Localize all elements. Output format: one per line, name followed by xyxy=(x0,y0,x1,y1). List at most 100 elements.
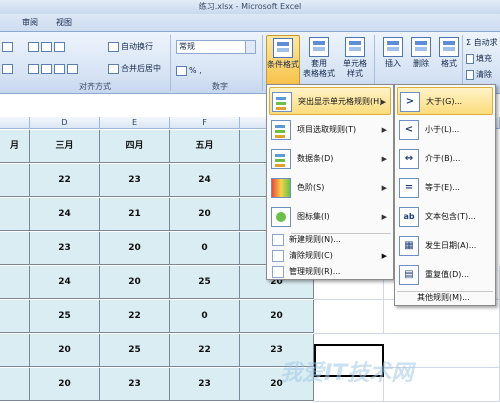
table-cell[interactable]: 0 xyxy=(170,300,240,333)
menu-item-label: 新建规则(N)... xyxy=(289,235,341,244)
text-contains-icon: ab xyxy=(399,207,419,227)
cell-styles-button[interactable]: 单元格 样式 xyxy=(338,35,372,85)
table-cell[interactable]: 0 xyxy=(170,232,240,265)
column-header-d[interactable]: D xyxy=(30,117,100,129)
submenu-item-more-rules[interactable]: 其他规则(M)... xyxy=(397,290,493,306)
ribbon-separator xyxy=(374,35,375,91)
submenu-item-label: 重复值(D)... xyxy=(425,270,470,279)
submenu-item-label: 发生日期(A)... xyxy=(425,241,477,250)
highlight-rules-icon xyxy=(272,92,292,112)
empty-cell[interactable] xyxy=(314,300,384,334)
tab-view[interactable]: 视图 xyxy=(54,17,74,29)
table-cell[interactable]: 22 xyxy=(170,334,240,367)
chevron-right-icon: ▶ xyxy=(381,184,387,192)
table-cell[interactable] xyxy=(0,198,30,231)
table-cell[interactable]: 20 xyxy=(100,232,170,265)
table-cell[interactable]: 22 xyxy=(100,300,170,333)
table-cell[interactable] xyxy=(0,266,30,299)
number-group-label: 数字 xyxy=(212,82,228,91)
submenu-item-between[interactable]: ↔ 介于(B)... xyxy=(397,145,493,173)
format-as-table-button[interactable]: 套用 表格格式 xyxy=(302,35,336,85)
chevron-right-icon: ▶ xyxy=(381,213,387,221)
duplicate-values-icon: ▤ xyxy=(399,265,419,285)
table-cell[interactable]: 20 xyxy=(30,334,100,367)
cell-styles-label: 单元格 样式 xyxy=(343,59,367,78)
menu-item-label: 数据条(D) xyxy=(297,154,334,163)
align-top-button[interactable] xyxy=(2,40,15,53)
chevron-right-icon: ▶ xyxy=(381,155,387,163)
submenu-item-equal-to[interactable]: = 等于(E)... xyxy=(397,174,493,202)
table-cell[interactable]: 24 xyxy=(170,164,240,197)
cell-april[interactable]: 四月 xyxy=(100,130,170,163)
table-cell[interactable] xyxy=(0,164,30,197)
merge-center-label: 合并后居中 xyxy=(121,64,161,73)
column-header[interactable] xyxy=(0,117,30,129)
table-cell[interactable]: 21 xyxy=(100,198,170,231)
conditional-format-menu: 突出显示单元格规则(H) ▶ 项目选取规则(T) ▶ 数据条(D) ▶ 色阶(S… xyxy=(266,84,394,280)
menu-item-icon-sets[interactable]: 图标集(I) ▶ xyxy=(269,203,391,231)
table-cell[interactable] xyxy=(0,368,30,401)
table-cell[interactable]: 25 xyxy=(100,334,170,367)
icon-sets-icon xyxy=(271,207,291,227)
table-cell[interactable]: 25 xyxy=(30,300,100,333)
table-cell[interactable]: 25 xyxy=(170,266,240,299)
percent-comma-buttons[interactable]: % , xyxy=(176,64,202,77)
format-label: 格式 xyxy=(441,59,457,68)
clear-button[interactable]: 清除 xyxy=(466,68,492,81)
cell-may[interactable]: 五月 xyxy=(170,130,240,163)
table-cell[interactable] xyxy=(0,300,30,333)
submenu-item-label: 大于(G)... xyxy=(426,97,463,106)
submenu-item-greater-than[interactable]: > 大于(G)... xyxy=(397,87,493,115)
cell-styles-icon xyxy=(345,37,365,57)
insert-icon xyxy=(383,37,403,57)
fill-button[interactable]: 填充 xyxy=(466,52,492,65)
format-button[interactable]: 格式 xyxy=(432,35,466,85)
align-buttons-row1[interactable] xyxy=(28,40,67,53)
table-cell[interactable]: 23 xyxy=(30,232,100,265)
table-cell[interactable]: 20 xyxy=(100,266,170,299)
merge-center-button[interactable]: 合并后居中 xyxy=(108,62,161,75)
number-format-dropdown[interactable]: 常规 xyxy=(176,40,256,54)
conditional-format-button[interactable]: 条件格式 xyxy=(266,35,300,85)
menu-item-highlight-rules[interactable]: 突出显示单元格规则(H) ▶ xyxy=(269,87,391,115)
indent-button[interactable] xyxy=(2,62,15,75)
column-header-e[interactable]: E xyxy=(100,117,170,129)
format-as-table-label: 套用 表格格式 xyxy=(303,59,335,78)
window-title: 练习.xlsx - Microsoft Excel xyxy=(0,0,500,14)
menu-item-manage-rules[interactable]: 管理规则(R)... xyxy=(269,264,391,280)
menu-item-label: 突出显示单元格规则(H) xyxy=(298,97,383,106)
align-buttons-row2[interactable] xyxy=(28,62,80,75)
cell-month[interactable]: 月 xyxy=(0,130,30,163)
submenu-item-text-contains[interactable]: ab 文本包含(T)... xyxy=(397,203,493,231)
table-cell[interactable]: 24 xyxy=(30,266,100,299)
table-cell[interactable]: 20 xyxy=(30,368,100,401)
table-cell[interactable]: 20 xyxy=(240,300,314,333)
menu-item-new-rule[interactable]: 新建规则(N)... xyxy=(269,232,391,248)
submenu-item-duplicate-values[interactable]: ▤ 重复值(D)... xyxy=(397,261,493,289)
column-header-f[interactable]: F xyxy=(170,117,240,129)
wrap-text-button[interactable]: 自动换行 xyxy=(108,40,153,53)
tab-review[interactable]: 审阅 xyxy=(20,17,40,29)
autosum-button[interactable]: Σ 自动求 xyxy=(466,36,498,49)
table-cell[interactable]: 23 xyxy=(100,368,170,401)
submenu-item-date-occurring[interactable]: ▦ 发生日期(A)... xyxy=(397,232,493,260)
submenu-item-less-than[interactable]: < 小于(L)... xyxy=(397,116,493,144)
table-cell[interactable] xyxy=(0,334,30,367)
menu-item-label: 项目选取规则(T) xyxy=(297,125,357,134)
table-cell[interactable]: 23 xyxy=(100,164,170,197)
menu-item-clear-rules[interactable]: 清除规则(C) ▶ xyxy=(269,248,391,264)
submenu-item-label: 其他规则(M)... xyxy=(417,293,470,302)
cell-march[interactable]: 三月 xyxy=(30,130,100,163)
table-cell[interactable]: 20 xyxy=(170,198,240,231)
table-cell[interactable]: 24 xyxy=(30,198,100,231)
menu-item-data-bars[interactable]: 数据条(D) ▶ xyxy=(269,145,391,173)
color-scale-icon xyxy=(271,178,291,198)
menu-item-color-scales[interactable]: 色阶(S) ▶ xyxy=(269,174,391,202)
ribbon-separator xyxy=(262,35,263,91)
format-icon xyxy=(439,37,459,57)
table-cell[interactable] xyxy=(0,232,30,265)
submenu-item-label: 等于(E)... xyxy=(425,183,460,192)
table-cell[interactable]: 22 xyxy=(30,164,100,197)
table-cell[interactable]: 23 xyxy=(170,368,240,401)
menu-item-top-bottom-rules[interactable]: 项目选取规则(T) ▶ xyxy=(269,116,391,144)
